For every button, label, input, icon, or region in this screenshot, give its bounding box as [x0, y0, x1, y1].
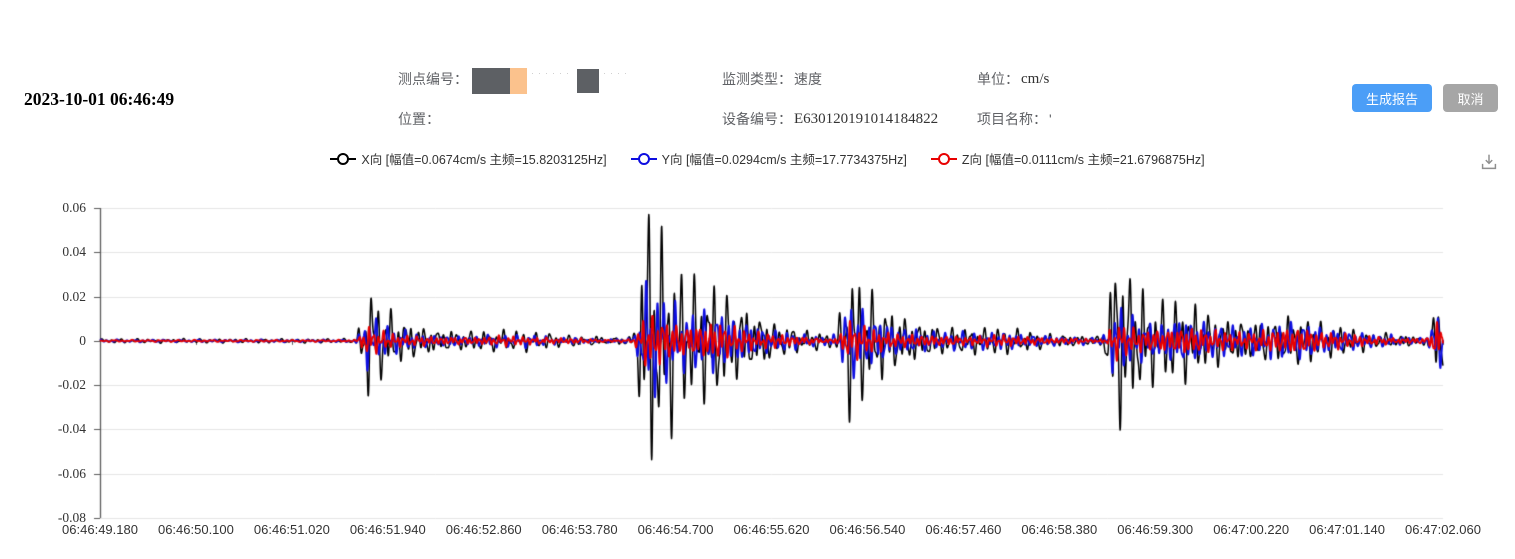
y-axis-tick-label: -0.02	[0, 377, 86, 393]
field-device-id: 设备编号： E630120191014184822	[722, 109, 977, 129]
project-name-value: '	[1049, 109, 1052, 129]
x-axis-tick-label: 06:46:53.780	[542, 522, 618, 537]
redaction-block-orange	[510, 68, 527, 94]
legend-item-y[interactable]: Y向 [幅值=0.0294cm/s 主频=17.7734375Hz]	[631, 149, 907, 168]
download-icon	[1478, 161, 1500, 176]
info-grid: 测点编号： ······ ···· 监测类型： 速度 单位： cm/s 位置： …	[398, 66, 1297, 129]
legend-label-z: Z向 [幅值=0.0111cm/s 主频=21.6796875Hz]	[962, 149, 1205, 168]
x-axis-tick-label: 06:46:59.300	[1117, 522, 1193, 537]
y-axis-tick-label: -0.06	[0, 466, 86, 482]
measure-point-id-label: 测点编号：	[398, 69, 468, 89]
x-axis-tick-label: 06:46:51.940	[350, 522, 426, 537]
x-axis-tick-label: 06:46:51.020	[254, 522, 330, 537]
device-id-label: 设备编号：	[722, 109, 792, 129]
x-axis-tick-label: 06:46:55.620	[734, 522, 810, 537]
legend-item-x[interactable]: X向 [幅值=0.0674cm/s 主频=15.8203125Hz]	[330, 149, 606, 168]
unit-label: 单位：	[977, 69, 1019, 89]
unit-value: cm/s	[1021, 69, 1049, 89]
legend-marker-z-icon	[931, 153, 957, 165]
waveform-canvas	[90, 200, 1445, 526]
generate-report-button[interactable]: 生成报告	[1352, 84, 1432, 112]
x-axis-tick-label: 06:46:49.180	[62, 522, 138, 537]
legend-marker-x-icon	[330, 153, 356, 165]
x-axis-tick-label: 06:47:01.140	[1309, 522, 1385, 537]
measure-point-id-redacted-value: ······ ····	[472, 68, 635, 94]
field-monitor-type: 监测类型： 速度	[722, 66, 977, 92]
legend-label-x: X向 [幅值=0.0674cm/s 主频=15.8203125Hz]	[361, 149, 606, 168]
project-name-label: 项目名称：	[977, 109, 1047, 129]
redaction-block	[577, 69, 599, 93]
cancel-button[interactable]: 取消	[1443, 84, 1498, 112]
x-axis-tick-label: 06:46:57.460	[925, 522, 1001, 537]
x-axis-tick-label: 06:46:52.860	[446, 522, 522, 537]
redaction-block	[472, 68, 510, 94]
chart-legend: X向 [幅值=0.0674cm/s 主频=15.8203125Hz] Y向 [幅值…	[90, 149, 1445, 168]
x-axis-tick-label: 06:46:58.380	[1021, 522, 1097, 537]
field-measure-point-id: 测点编号： ······ ····	[398, 66, 722, 92]
y-axis-tick-label: 0.06	[0, 200, 86, 216]
field-location: 位置：	[398, 109, 722, 129]
x-axis-tick-label: 06:46:54.700	[638, 522, 714, 537]
field-unit: 单位： cm/s	[977, 66, 1297, 92]
device-id-value: E630120191014184822	[794, 109, 938, 129]
monitor-type-label: 监测类型：	[722, 69, 792, 89]
x-axis-tick-label: 06:46:50.100	[158, 522, 234, 537]
legend-marker-y-icon	[631, 153, 657, 165]
y-axis-tick-label: 0.02	[0, 289, 86, 305]
redacted-text-remnant: ····	[603, 63, 631, 83]
x-axis-tick-label: 06:46:56.540	[829, 522, 905, 537]
y-axis-tick-label: 0.04	[0, 244, 86, 260]
y-axis-tick-label: -0.04	[0, 421, 86, 437]
location-label: 位置：	[398, 109, 440, 129]
download-button[interactable]	[1476, 150, 1502, 176]
legend-item-z[interactable]: Z向 [幅值=0.0111cm/s 主频=21.6796875Hz]	[931, 149, 1205, 168]
x-axis-tick-label: 06:47:00.220	[1213, 522, 1289, 537]
record-datetime: 2023-10-01 06:46:49	[24, 89, 174, 110]
monitor-type-value: 速度	[794, 69, 822, 89]
y-axis-tick-label: 0	[0, 333, 86, 349]
legend-label-y: Y向 [幅值=0.0294cm/s 主频=17.7734375Hz]	[662, 149, 907, 168]
redacted-text-remnant: ······	[531, 63, 573, 83]
x-axis-tick-label: 06:47:02.060	[1405, 522, 1481, 537]
field-project-name: 项目名称： '	[977, 109, 1297, 129]
